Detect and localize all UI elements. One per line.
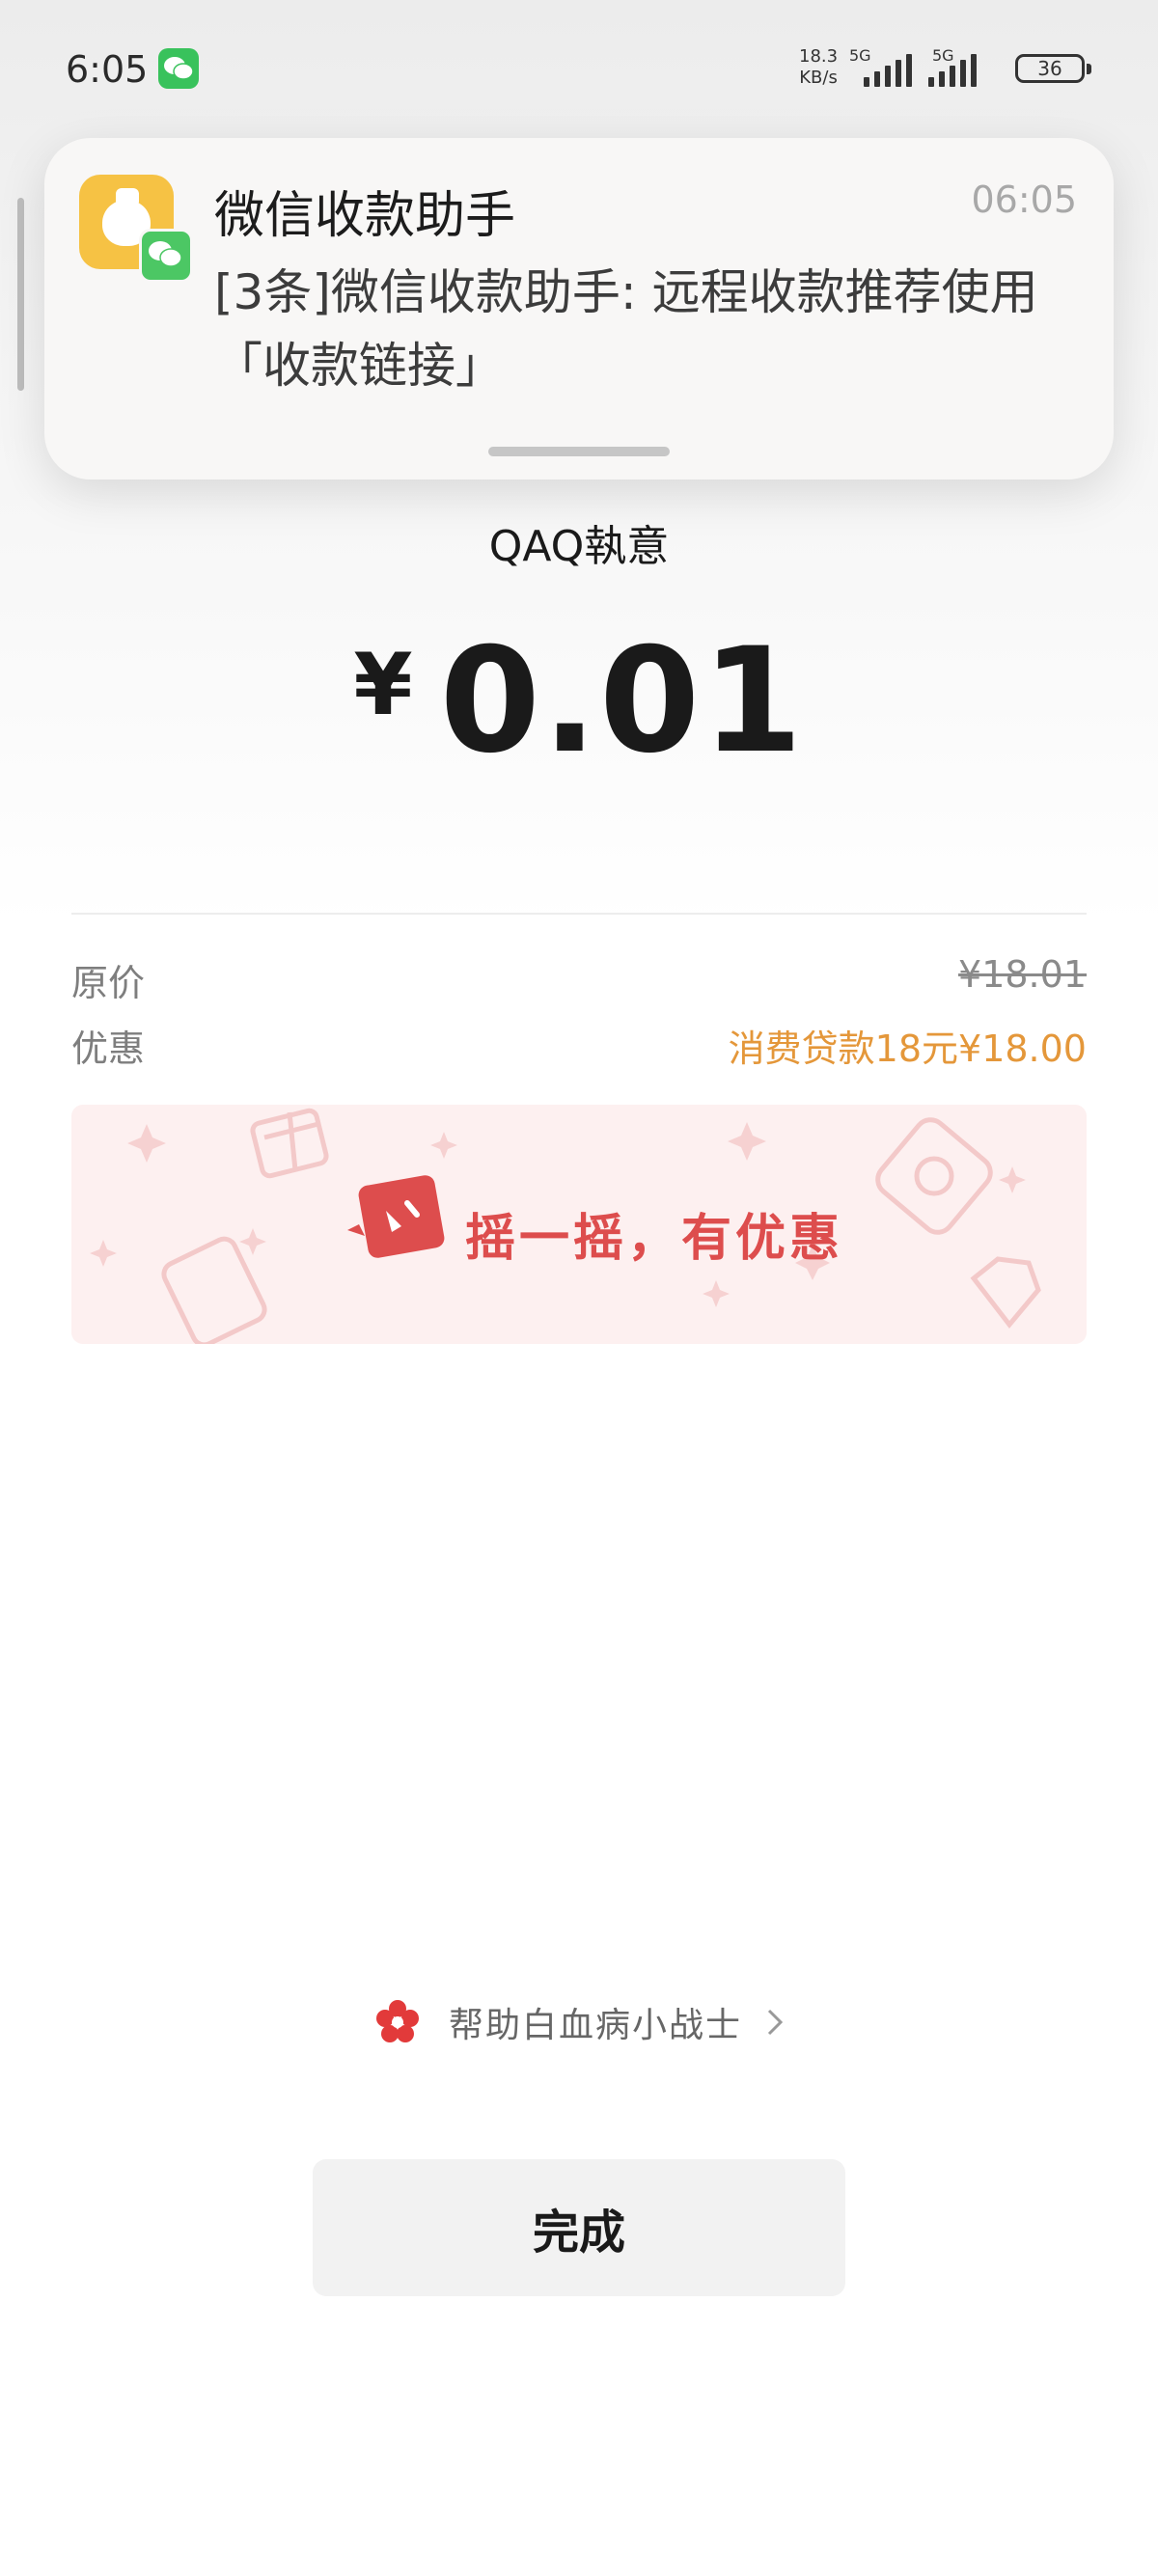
original-price-row: 原价 ¥18.01 (71, 953, 1087, 1011)
battery-level: 36 (1037, 57, 1062, 80)
shake-discount-banner[interactable]: 摇一摇，有优惠 (71, 1105, 1087, 1344)
charity-link[interactable]: 帮助白血病小战士 (0, 1997, 1158, 2047)
network-speed: 18.3 KB/s (799, 46, 839, 88)
amount-value: 0.01 (439, 617, 805, 785)
shake-icon (347, 1175, 445, 1258)
payment-amount: ¥0.01 (0, 617, 1158, 785)
battery-icon: 36 (1015, 54, 1091, 83)
chevron-right-icon (768, 2009, 784, 2036)
notification-time: 06:05 (971, 178, 1077, 221)
flower-icon (375, 2000, 419, 2042)
notification-drag-handle[interactable] (488, 447, 670, 456)
wechat-icon (158, 48, 199, 89)
signal-strength-icon-2 (928, 52, 977, 87)
original-price-label: 原价 (71, 962, 146, 1004)
discount-label: 优惠 (71, 1028, 146, 1070)
currency-symbol: ¥ (353, 635, 413, 734)
signal-strength-icon (864, 52, 912, 87)
done-button[interactable]: 完成 (313, 2159, 845, 2296)
charity-label: 帮助白血病小战士 (448, 2006, 742, 2045)
scroll-indicator (17, 198, 24, 391)
status-bar: 6:05 18.3 KB/s 5G 5G 36 (0, 0, 1158, 145)
original-price-value: ¥18.01 (958, 953, 1087, 996)
shake-banner-text: 摇一摇，有优惠 (465, 1210, 844, 1268)
divider (71, 913, 1087, 915)
discount-value: 消费贷款18元¥18.00 (728, 1028, 1087, 1070)
payee-name: QAQ執意 (488, 522, 670, 571)
notification-message: [3条]微信收款助手: 远程收款推荐使用「收款链接」 (214, 264, 1038, 394)
discount-row: 优惠 消费贷款18元¥18.00 (71, 1019, 1087, 1077)
notification-banner[interactable]: 微信收款助手 06:05 [3条]微信收款助手: 远程收款推荐使用「收款链接」 (44, 138, 1114, 480)
wechat-badge-icon (139, 229, 193, 283)
status-time: 6:05 (66, 48, 149, 91)
notification-title: 微信收款助手 (214, 187, 516, 245)
